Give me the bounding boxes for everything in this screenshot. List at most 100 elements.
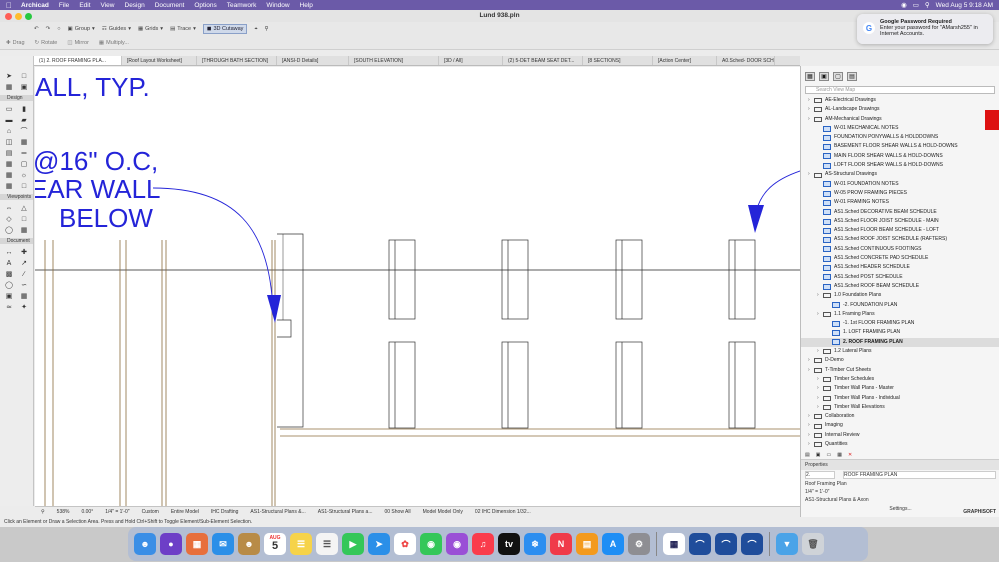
annotation-line-4[interactable]: BELOW	[59, 205, 153, 231]
detail-tool-icon[interactable]: ◯	[3, 225, 15, 235]
tree-view-item[interactable]: W-01 MECHANICAL NOTES	[801, 124, 999, 133]
menu-design[interactable]: Design	[120, 2, 150, 9]
object-tool-icon[interactable]: ▦	[3, 170, 15, 180]
mail-icon[interactable]: ✉	[212, 533, 234, 555]
railing-tool-icon[interactable]: ═	[18, 148, 30, 158]
notes-icon[interactable]: ☰	[290, 533, 312, 555]
annotation-line-1[interactable]: ALL, TYP.	[35, 74, 150, 100]
tree-view-item[interactable]: AS1.Sched DECORATIVE BEAM SCHEDULE	[801, 208, 999, 217]
trash-icon[interactable]: 🗑	[802, 533, 824, 555]
wall-tool-icon[interactable]: ▭	[3, 104, 15, 114]
tree-view-item[interactable]: AS1.Sched HEADER SCHEDULE	[801, 263, 999, 272]
tree-view-item[interactable]: FOUNDATION PONYWALLS & HOLDDOWNS	[801, 133, 999, 142]
view-map-icon[interactable]: ▣	[819, 71, 829, 81]
rotation-angle[interactable]: 0.00°	[81, 509, 93, 515]
downloads-folder-icon[interactable]: ▼	[776, 533, 798, 555]
tab-door-schedule[interactable]: A0.Sched- DOOR SCHEDU...	[717, 56, 775, 65]
multiply-button[interactable]: ▦ Multiply...	[99, 40, 129, 46]
battery-icon[interactable]: ▭	[913, 1, 919, 9]
redo-icon[interactable]: ↷	[46, 26, 51, 32]
search-icon[interactable]: ⚲	[925, 1, 930, 9]
trace-button[interactable]: ▤ Trace ▾	[170, 26, 196, 32]
safari-icon[interactable]: ❄	[524, 533, 546, 555]
layout-book-icon[interactable]: ▢	[833, 71, 843, 81]
tree-view-item[interactable]: -1. 1st FLOOR FRAMING PLAN	[801, 319, 999, 328]
hotlink-tool-icon[interactable]: ▣	[18, 82, 30, 92]
annotation-line-2[interactable]: @16" O.C,	[35, 148, 158, 174]
toolbox-section-design[interactable]: Design	[0, 95, 33, 101]
photos-icon[interactable]: ✿	[394, 533, 416, 555]
structure-display[interactable]: Model Model Only	[423, 509, 463, 515]
rotate-button[interactable]: ↻ Rotate	[35, 40, 58, 46]
maps-icon[interactable]: ➤	[368, 533, 390, 555]
property-scale[interactable]: 1/4" = 1'-0"	[801, 488, 999, 496]
text-tool-icon[interactable]: A	[3, 258, 15, 268]
guides-button[interactable]: ☶ Guides ▾	[102, 26, 131, 32]
tree-view-item[interactable]: W-01 FOUNDATION NOTES	[801, 180, 999, 189]
line-tool-icon[interactable]: ∕	[18, 269, 30, 279]
calendar-icon[interactable]: AUG 5	[264, 533, 286, 555]
tree-view-item[interactable]: AS1.Sched FLOOR JOIST SCHEDULE - MAIN	[801, 217, 999, 226]
column-tool-icon[interactable]: ▮	[18, 104, 30, 114]
new-folder-icon[interactable]: ▭	[826, 452, 831, 458]
podcasts-icon[interactable]: ◉	[446, 533, 468, 555]
zone-tool-icon[interactable]: ▢	[18, 159, 30, 169]
tree-folder[interactable]: › Internal Review	[801, 431, 999, 440]
marquee-tool-icon[interactable]: □	[18, 71, 30, 81]
tree-folder[interactable]: › Quantities	[801, 440, 999, 449]
launchpad-icon[interactable]: ▦	[186, 533, 208, 555]
finder-icon[interactable]: ☻	[134, 533, 156, 555]
publisher-icon[interactable]: ▤	[847, 71, 857, 81]
slab-tool-icon[interactable]: ▰	[18, 115, 30, 125]
tree-folder[interactable]: › AM-Mechanical Drawings	[801, 115, 999, 124]
zoom-tool-icon[interactable]: ⚲	[265, 26, 269, 32]
find-select-icon[interactable]: ○	[57, 26, 60, 32]
property-name[interactable]: ROOF FRAMING PLAN	[843, 471, 996, 479]
menu-help[interactable]: Help	[295, 2, 318, 9]
project-map-icon[interactable]: ▦	[805, 71, 815, 81]
menu-teamwork[interactable]: Teamwork	[222, 2, 262, 9]
elevation-tool-icon[interactable]: △	[18, 203, 30, 213]
interior-elevation-tool-icon[interactable]: ◇	[3, 214, 15, 224]
door-tool-icon[interactable]: ◫	[3, 137, 15, 147]
beam-tool-icon[interactable]: ▬	[3, 115, 15, 125]
facetime-icon[interactable]: ▶	[342, 533, 364, 555]
label-tool-icon[interactable]: ↗	[18, 258, 30, 268]
tree-folder[interactable]: › 1.0 Foundation Plans	[801, 291, 999, 300]
menu-options[interactable]: Options	[189, 2, 221, 9]
app-store-icon[interactable]: A	[602, 533, 624, 555]
archicad-window-2-icon[interactable]: ⌒	[741, 533, 763, 555]
tree-view-item[interactable]: 1. LOFT FRAMING PLAN	[801, 328, 999, 337]
apple-tv-icon[interactable]: tv	[498, 533, 520, 555]
worksheet-tool-icon[interactable]: □	[18, 214, 30, 224]
spline-tool-icon[interactable]: ≃	[3, 302, 15, 312]
menu-window[interactable]: Window	[261, 2, 294, 9]
tree-view-item[interactable]: AS1.Sched CONTINUOUS FOOTINGS	[801, 245, 999, 254]
tree-folder[interactable]: › AE-Electrical Drawings	[801, 96, 999, 105]
3d-cutaway-button[interactable]: ◼ 3D Cutaway	[202, 24, 248, 34]
drag-button[interactable]: ✚ Drag	[6, 40, 25, 46]
menu-edit[interactable]: Edit	[74, 2, 95, 9]
tree-folder[interactable]: › D-Demo	[801, 356, 999, 365]
menu-view[interactable]: View	[96, 2, 120, 9]
shell-tool-icon[interactable]: ⌒	[18, 126, 30, 136]
dimension-tool-icon[interactable]: ↔	[3, 247, 15, 257]
property-view[interactable]: Roof Framing Plan	[801, 480, 999, 488]
close-icon[interactable]	[5, 13, 12, 20]
tab-roof-layout-worksheet[interactable]: [Roof Layout Worksheet]	[122, 56, 197, 65]
model-view-selector[interactable]: Entire Model	[171, 509, 199, 515]
lamp-tool-icon[interactable]: ☼	[18, 170, 30, 180]
opening-tool-icon[interactable]: □	[18, 181, 30, 191]
tree-folder[interactable]: › AS-Structural Drawings	[801, 170, 999, 179]
tab-action-center[interactable]: [Action Center]	[653, 56, 717, 65]
tab-ansi-d-details[interactable]: [ANSI-D Details]	[277, 56, 349, 65]
dimension-selector[interactable]: AS1-Structural Plans a...	[318, 509, 373, 515]
model-view-option[interactable]: AS1-Structural Plans &...	[250, 509, 305, 515]
tab-beam-seat-detail[interactable]: (2) 5-DET BEAM SEAT DET...	[503, 56, 583, 65]
messages-icon[interactable]: ◉	[420, 533, 442, 555]
toolbox-section-viewpoints[interactable]: Viewpoints	[0, 194, 33, 200]
hotspot-tool-icon[interactable]: ✦	[18, 302, 30, 312]
property-id[interactable]: 2.	[805, 471, 835, 479]
renovation-filter[interactable]: 00 Show All	[384, 509, 410, 515]
arc-tool-icon[interactable]: ◯	[3, 280, 15, 290]
